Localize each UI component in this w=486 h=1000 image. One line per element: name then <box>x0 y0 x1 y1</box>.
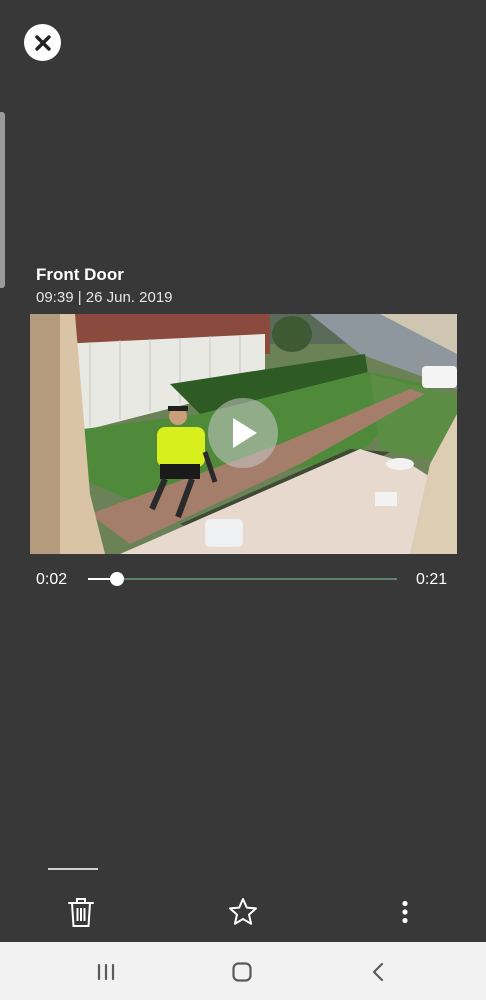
close-icon <box>34 34 51 51</box>
more-vertical-icon <box>402 900 408 924</box>
system-navigation-bar <box>0 942 486 1000</box>
home-icon <box>232 962 252 982</box>
edge-panel-handle[interactable] <box>0 112 5 288</box>
seek-bar[interactable] <box>88 572 397 586</box>
event-title: Front Door <box>36 265 124 284</box>
current-time: 0:02 <box>36 571 68 588</box>
star-outline-icon <box>229 898 257 925</box>
home-button[interactable] <box>220 950 264 994</box>
play-button[interactable] <box>208 398 278 468</box>
play-icon <box>233 418 257 448</box>
trash-icon <box>68 898 94 927</box>
video-player[interactable] <box>30 314 457 554</box>
delete-button[interactable] <box>59 890 103 934</box>
event-timestamp: 09:39 | 26 Jun. 2019 <box>36 289 173 306</box>
back-button[interactable] <box>356 950 400 994</box>
recents-button[interactable] <box>84 950 128 994</box>
favorite-button[interactable] <box>221 890 265 934</box>
more-options-button[interactable] <box>383 890 427 934</box>
back-icon <box>372 962 384 982</box>
seek-thumb[interactable] <box>110 572 125 586</box>
close-button[interactable] <box>24 24 61 61</box>
recents-icon <box>97 963 115 981</box>
sheet-indicator <box>48 868 98 870</box>
total-time: 0:21 <box>416 571 448 588</box>
